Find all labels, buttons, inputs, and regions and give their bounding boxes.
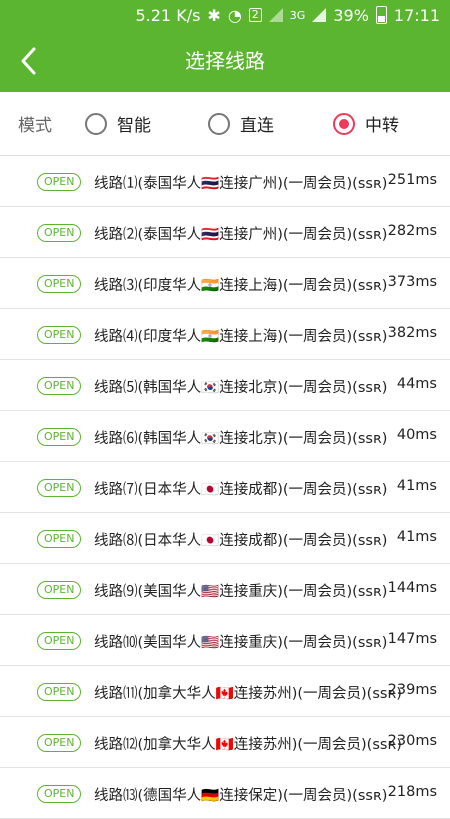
route-row[interactable]: OPEN 线路⑻(日本华人🇯🇵连接成都)(一周会员)(ssʀ) 41ms (0, 513, 450, 564)
route-row[interactable]: OPEN 线路⑽(美国华人🇺🇸连接重庆)(一周会员)(ssʀ) 147ms (0, 615, 450, 666)
radio-unchecked-icon[interactable] (85, 112, 107, 135)
route-name: 线路⑷(印度华人🇮🇳连接上海)(一周会员)(ssʀ) (94, 329, 388, 345)
page-title: 选择线路 (185, 49, 265, 73)
mode-option-label: 智能 (117, 116, 151, 136)
route-latency: 41ms (396, 529, 437, 545)
route-row[interactable]: OPEN 线路⑹(韩国华人🇰🇷连接北京)(一周会员)(ssʀ) 40ms (0, 411, 450, 462)
route-name: 线路⑽(美国华人🇺🇸连接重庆)(一周会员)(ssʀ) (94, 635, 388, 651)
bluetooth-icon: ✱ (207, 5, 221, 25)
route-name: 线路⑼(美国华人🇺🇸连接重庆)(一周会员)(ssʀ) (94, 584, 388, 600)
open-badge: OPEN (37, 632, 82, 650)
route-row[interactable]: OPEN 线路⒀(德国华人🇩🇪连接保定)(一周会员)(ssʀ) 218ms (0, 768, 450, 819)
route-name: 线路⑶(印度华人🇮🇳连接上海)(一周会员)(ssʀ) (94, 278, 388, 294)
open-badge: OPEN (37, 581, 82, 599)
route-latency: 147ms (387, 631, 437, 647)
route-row[interactable]: OPEN 线路⑵(泰国华人🇹🇭连接广州)(一周会员)(ssʀ) 282ms (0, 207, 450, 258)
app-header: 选择线路 (0, 30, 450, 92)
open-badge: OPEN (37, 785, 82, 803)
route-latency: 251ms (387, 172, 437, 188)
signal-icon (268, 8, 283, 22)
route-latency: 382ms (387, 325, 437, 341)
mode-selector: 模式 智能 直连 中转 (0, 92, 450, 156)
route-row[interactable]: OPEN 线路⑼(美国华人🇺🇸连接重庆)(一周会员)(ssʀ) 144ms (0, 564, 450, 615)
route-name: 线路⑾(加拿大华人🇨🇦连接苏州)(一周会员)(ssʀ) (94, 686, 402, 702)
open-badge: OPEN (37, 173, 82, 191)
route-latency: 282ms (387, 223, 437, 239)
open-badge: OPEN (37, 530, 82, 548)
route-name: 线路⑺(日本华人🇯🇵连接成都)(一周会员)(ssʀ) (94, 482, 388, 498)
signal-strength-icon (312, 8, 327, 22)
mode-option-relay[interactable]: 中转 (333, 111, 399, 136)
mode-option-label: 直连 (240, 116, 274, 136)
route-latency: 40ms (396, 427, 437, 443)
open-badge: OPEN (37, 734, 82, 752)
route-row[interactable]: OPEN 线路⑾(加拿大华人🇨🇦连接苏州)(一周会员)(ssʀ) 239ms (0, 666, 450, 717)
mode-label: 模式 (18, 116, 52, 136)
route-latency: 218ms (387, 784, 437, 800)
open-badge: OPEN (37, 326, 82, 344)
mode-option-direct[interactable]: 直连 (208, 111, 274, 136)
route-list: OPEN 线路⑴(泰国华人🇹🇭连接广州)(一周会员)(ssʀ) 251ms OPEN… (0, 156, 450, 819)
network-type: 3G (289, 8, 306, 22)
network-speed: 5.21 K/s (135, 5, 201, 25)
open-badge: OPEN (37, 275, 82, 293)
route-name: 线路⑿(加拿大华人🇨🇦连接苏州)(一周会员)(ssʀ) (94, 737, 402, 753)
route-row[interactable]: OPEN 线路⑶(印度华人🇮🇳连接上海)(一周会员)(ssʀ) 373ms (0, 258, 450, 309)
route-row[interactable]: OPEN 线路⑴(泰国华人🇹🇭连接广州)(一周会员)(ssʀ) 251ms (0, 156, 450, 207)
open-badge: OPEN (37, 428, 82, 446)
route-row[interactable]: OPEN 线路⑷(印度华人🇮🇳连接上海)(一周会员)(ssʀ) 382ms (0, 309, 450, 360)
route-name: 线路⑴(泰国华人🇹🇭连接广州)(一周会员)(ssʀ) (94, 176, 388, 192)
route-name: 线路⑸(韩国华人🇰🇷连接北京)(一周会员)(ssʀ) (94, 380, 388, 396)
route-latency: 230ms (387, 733, 437, 749)
status-bar: 5.21 K/s ✱ ◔ 2 3G 39% 17:11 (0, 0, 450, 30)
route-latency: 144ms (387, 580, 437, 596)
mode-option-smart[interactable]: 智能 (85, 111, 151, 136)
open-badge: OPEN (37, 224, 82, 242)
battery-percent: 39% (333, 5, 369, 25)
radio-checked-icon[interactable] (333, 112, 355, 135)
mode-option-label: 中转 (365, 116, 399, 136)
open-badge: OPEN (37, 479, 82, 497)
route-name: 线路⑹(韩国华人🇰🇷连接北京)(一周会员)(ssʀ) (94, 431, 388, 447)
route-name: 线路⑻(日本华人🇯🇵连接成都)(一周会员)(ssʀ) (94, 533, 388, 549)
notification-badge-icon: 2 (248, 8, 262, 22)
open-badge: OPEN (37, 377, 82, 395)
battery-icon (375, 6, 387, 24)
route-name: 线路⒀(德国华人🇩🇪连接保定)(一周会员)(ssʀ) (94, 788, 388, 804)
route-row[interactable]: OPEN 线路⑸(韩国华人🇰🇷连接北京)(一周会员)(ssʀ) 44ms (0, 360, 450, 411)
route-latency: 239ms (387, 682, 437, 698)
route-name: 线路⑵(泰国华人🇹🇭连接广州)(一周会员)(ssʀ) (94, 227, 388, 243)
route-row[interactable]: OPEN 线路⑺(日本华人🇯🇵连接成都)(一周会员)(ssʀ) 41ms (0, 462, 450, 513)
radio-unchecked-icon[interactable] (208, 112, 230, 135)
route-latency: 41ms (396, 478, 437, 494)
route-latency: 373ms (387, 274, 437, 290)
open-badge: OPEN (37, 683, 82, 701)
wifi-icon: ◔ (227, 5, 242, 25)
route-latency: 44ms (396, 376, 437, 392)
route-row[interactable]: OPEN 线路⑿(加拿大华人🇨🇦连接苏州)(一周会员)(ssʀ) 230ms (0, 717, 450, 768)
clock: 17:11 (393, 5, 440, 25)
